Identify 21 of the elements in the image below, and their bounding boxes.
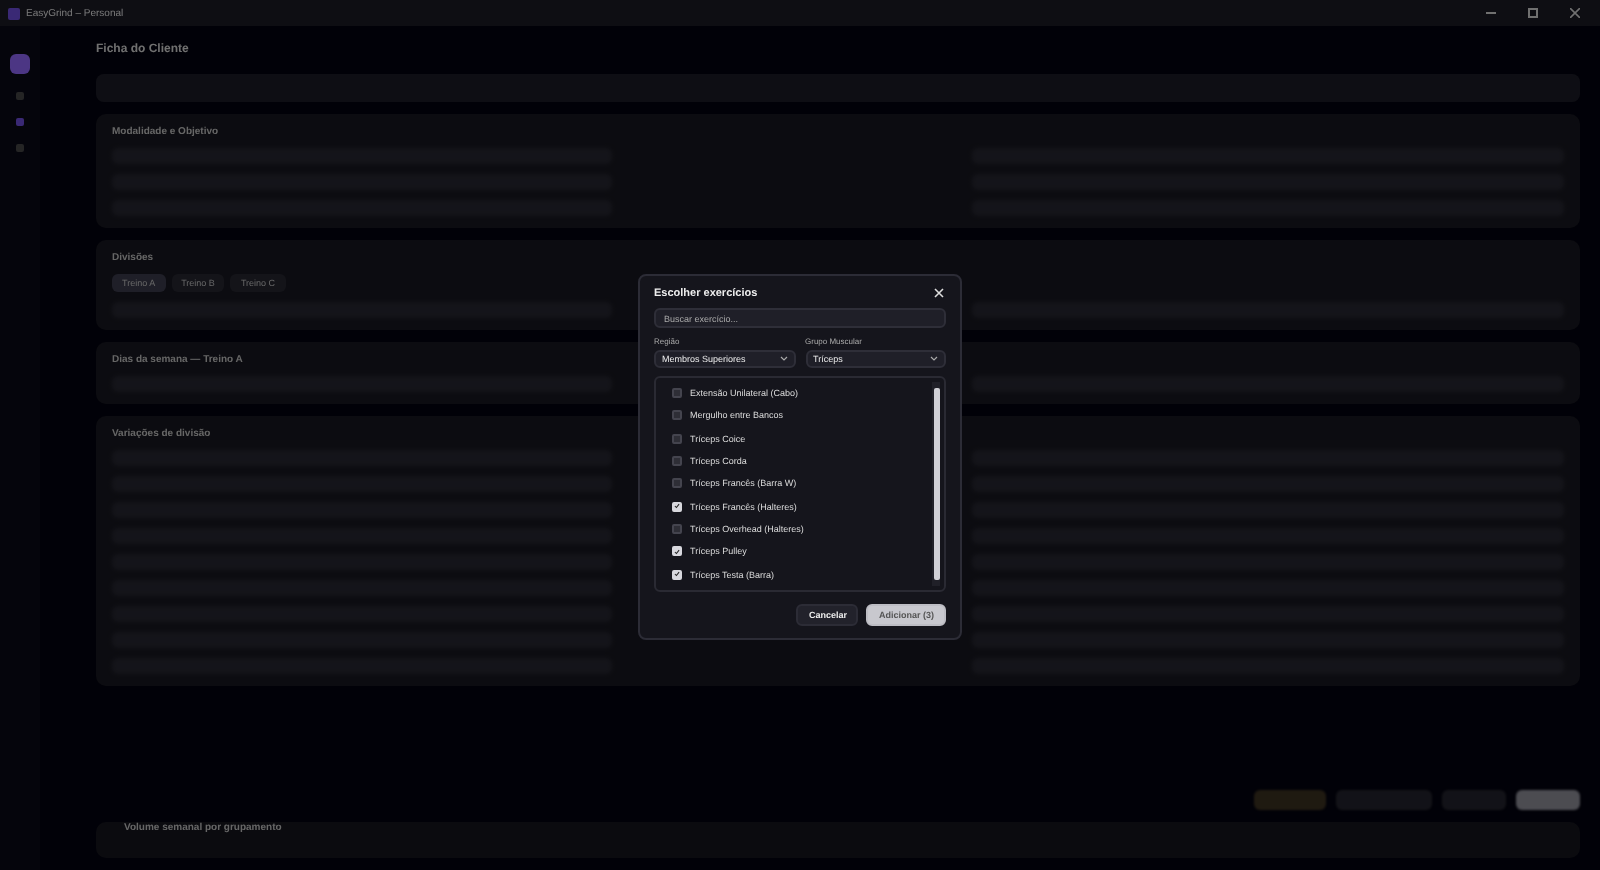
checkbox[interactable] [672,478,682,489]
checkbox[interactable] [672,546,682,557]
checkbox[interactable] [672,569,682,580]
app-logo-icon [8,7,20,19]
scrollbar[interactable] [932,382,940,586]
checkbox[interactable] [672,410,682,421]
nav-icon[interactable] [16,144,24,152]
close-icon[interactable] [1570,8,1580,18]
checkbox[interactable] [672,388,682,399]
checkbox[interactable] [672,433,682,444]
checkbox[interactable] [672,456,682,467]
chevron-down-icon [779,356,787,362]
chevron-down-icon [930,356,938,362]
close-button[interactable] [932,286,946,300]
maximize-icon[interactable] [1528,8,1538,18]
nav-icon[interactable] [16,92,24,100]
checkbox[interactable] [672,501,682,512]
nav-icon[interactable] [16,118,24,126]
app-logo-icon[interactable] [10,54,30,74]
checkbox[interactable] [672,523,682,534]
minimize-icon[interactable] [1486,12,1496,14]
